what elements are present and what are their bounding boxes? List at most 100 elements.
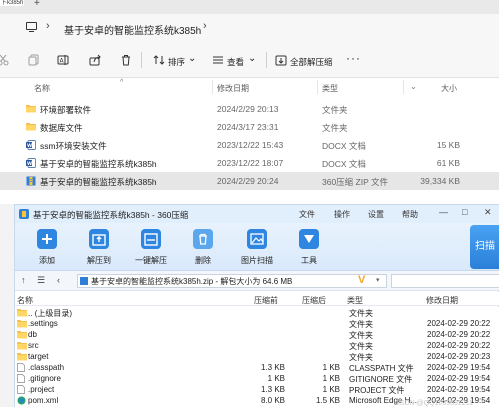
file-row[interactable]: 数据库文件 2024/3/17 23:31 文件夹 [0,118,499,136]
new-tab-button[interactable]: + [34,0,40,9]
file-icon [17,363,26,372]
zip-column-modified[interactable]: 修改日期 [426,295,458,306]
file-type: DOCX 文档 [322,141,366,151]
breadcrumb-separator[interactable]: › [203,20,207,32]
column-size[interactable]: 大小 [441,83,457,94]
file-row[interactable]: W 基于安卓的智能监控系统k385h 2023/12/22 18:07 DOCX 文档… [0,154,499,172]
zip-column-compressed[interactable]: 压缩后 [302,295,326,306]
column-type[interactable]: 类型 [322,83,338,94]
extract-all-icon[interactable] [275,54,287,66]
command-bar: A 排序 ⌄ 查看 ⌄ 全部解压缩 ··· [0,42,499,78]
one-click-extract-button[interactable]: 一键解压 [131,227,171,269]
zip-row[interactable]: .gitignore 1 KB 1 KB GITIGNORE 文件 2024-02-29… [15,373,499,384]
chevron-down-icon[interactable]: ⌄ [248,53,256,64]
column-divider[interactable] [317,80,318,94]
close-icon[interactable]: ✕ [484,207,492,218]
delete-button[interactable]: 删除 [183,227,223,269]
copy-icon[interactable] [28,54,40,66]
zip-file-list: .. (上级目录) 文件夹 .settings 文件夹 2024-02-29 20:22… [15,307,499,407]
word-doc-icon: W [26,140,36,150]
menu-settings[interactable]: 设置 [368,209,384,220]
zip-entry-modified: 2024-02-29 19:54 [427,363,491,372]
zip-path-field[interactable]: 基于安卓的智能监控系统k385h.zip - 解包大小为 64.6 MB V ▾ [77,274,387,288]
add-button[interactable]: 添加 [27,227,67,269]
file-type: 文件夹 [322,105,348,115]
tab-active[interactable]: 卜k385h [0,0,24,6]
file-row[interactable]: 基于安卓的智能监控系统k385h 2024/2/29 20:24 360压缩 ZIP… [0,172,499,190]
zip-row[interactable]: .classpath 1.3 KB 1 KB CLASSPATH 文件 2024-02-… [15,362,499,373]
svg-text:A: A [60,58,65,65]
monitor-icon[interactable] [26,22,37,33]
breadcrumb-current-folder[interactable]: 基于安卓的智能监控系统k385h [64,22,201,37]
view-button[interactable]: 查看 [227,56,244,68]
file-type: 360压缩 ZIP 文件 [322,177,388,187]
zip-app-logo-icon [19,209,29,219]
folder-icon [17,308,27,317]
breadcrumb-separator: › [46,20,50,32]
edge-icon [17,396,26,405]
zip-row[interactable]: src 文件夹 2024-02-29 20:22 [15,340,499,351]
back-icon[interactable]: ‹ [57,275,60,285]
zip-row[interactable]: target 文件夹 2024-02-29 20:23 [15,351,499,362]
up-arrow-icon[interactable]: ↑ [21,275,26,285]
menu-file[interactable]: 文件 [299,209,315,220]
column-divider[interactable] [212,80,213,94]
maximize-icon[interactable]: □ [462,207,467,217]
zip-row[interactable]: .. (上级目录) 文件夹 [15,307,499,318]
menu-operation[interactable]: 操作 [334,209,350,220]
zip-row[interactable]: db 文件夹 2024-02-29 20:22 [15,329,499,340]
extract-all-button[interactable]: 全部解压缩 [290,56,333,68]
file-type: 文件夹 [322,123,348,133]
scan-button[interactable]: 扫描 [470,225,499,269]
image-scan-button[interactable]: 图片扫描 [237,227,277,269]
file-row[interactable]: 环境部署软件 2024/2/29 20:13 文件夹 [0,100,499,118]
one-click-extract-label: 一键解压 [135,256,167,265]
zip-column-size[interactable]: 压缩前 [254,295,278,306]
list-view-icon[interactable]: ☰ [37,275,45,286]
zip-entry-name: src [28,341,39,350]
more-options-icon[interactable]: ··· [346,51,361,65]
sort-button[interactable]: 排序 [168,56,185,68]
v-logo-icon[interactable]: V [358,274,365,286]
file-list-header: 名称 ^ 修改日期 类型 ⌄ 大小 [0,78,499,96]
column-divider[interactable] [403,80,404,94]
watermark: CSDN @QQ1039692211 [394,400,473,407]
zip-title-bar[interactable]: 基于安卓的智能监控系统k385h - 360压缩 文件 操作 设置 帮助 — □… [15,205,499,223]
address-bar: › 基于安卓的智能监控系统k385h › [0,14,499,42]
share-icon[interactable] [89,54,101,66]
chevron-down-icon[interactable]: ⌄ [410,82,417,91]
tools-button[interactable]: 工具 [289,227,329,269]
extract-to-button[interactable]: 解压到 [79,227,119,269]
view-icon[interactable] [212,54,224,66]
dropdown-arrow-icon[interactable]: ▾ [376,276,380,284]
image-scan-icon [247,229,267,249]
file-name: 环境部署软件 [40,105,92,115]
zip-entry-compressed: 1.5 KB [315,396,340,405]
column-modified[interactable]: 修改日期 [217,83,249,94]
zip-entry-modified: 2024-02-29 20:22 [427,319,491,328]
menu-help[interactable]: 帮助 [402,209,418,220]
column-name[interactable]: 名称 [34,83,50,94]
chevron-down-icon[interactable]: ⌄ [188,53,196,64]
cut-icon[interactable] [0,54,9,66]
zip-row[interactable]: .settings 文件夹 2024-02-29 20:22 [15,318,499,329]
sort-icon[interactable] [153,54,165,66]
minimize-icon[interactable]: — [439,207,448,217]
folder-icon [17,341,27,350]
zip-row[interactable]: .project 1.3 KB 1 KB PROJECT 文件 2024-02-29 1… [15,384,499,395]
zip-column-name[interactable]: 名称 [17,295,33,306]
zip-search-input[interactable] [391,274,499,288]
extract-to-icon [89,229,109,249]
zip-path-bar: ↑ ☰ ‹ 基于安卓的智能监控系统k385h.zip - 解包大小为 64.6 … [15,271,499,291]
file-row[interactable]: Wssm环境安装文件 2023/12/22 15:43 DOCX 文档 15 KB [0,136,499,154]
rename-icon[interactable]: A [57,54,69,66]
delete-icon[interactable] [120,54,132,66]
file-size: 39,334 KB [420,176,460,186]
image-scan-label: 图片扫描 [241,256,273,265]
file-size: 15 KB [436,140,460,150]
zip-column-type[interactable]: 类型 [347,295,363,306]
file-type: DOCX 文档 [322,159,366,169]
delete-icon [193,229,213,249]
tools-label: 工具 [301,256,317,265]
tools-icon [299,229,319,249]
